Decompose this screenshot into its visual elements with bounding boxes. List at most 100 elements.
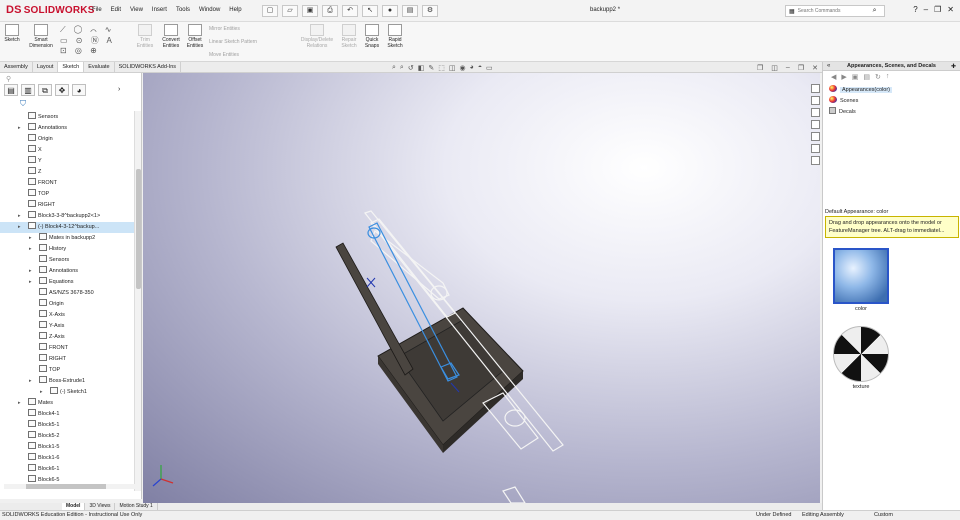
tree-item[interactable]: X: [0, 145, 134, 156]
tab-sketch[interactable]: Sketch: [58, 62, 85, 72]
tree-item[interactable]: Block5-2: [0, 431, 134, 442]
scroll-thumb[interactable]: [136, 169, 141, 289]
undo-icon[interactable]: ↶: [342, 5, 358, 17]
zoom-to-fit-icon[interactable]: ⌕: [392, 64, 396, 72]
dimxpert-tab-icon[interactable]: ✥: [55, 84, 69, 96]
property-manager-tab-icon[interactable]: ▥: [21, 84, 35, 96]
tree-item[interactable]: X-Axis: [0, 310, 134, 321]
file-explorer-icon[interactable]: [811, 108, 820, 117]
tree-item[interactable]: Block1-6: [0, 453, 134, 464]
tab-addins[interactable]: SOLIDWORKS Add-Ins: [115, 62, 182, 72]
rapid-sketch-button[interactable]: Rapid Sketch: [384, 24, 406, 49]
trim-entities-button[interactable]: Trim Entities: [132, 24, 158, 49]
solidworks-resources-icon[interactable]: [811, 84, 820, 93]
offset-entities-button[interactable]: Offset Entities: [184, 24, 206, 49]
sketch-button[interactable]: Sketch: [2, 24, 22, 43]
hide-show-icon[interactable]: ◉: [459, 64, 465, 72]
forum-icon[interactable]: [811, 156, 820, 165]
repair-sketch-button[interactable]: Repair Sketch: [338, 24, 360, 49]
apply-scene-icon[interactable]: ◓: [478, 64, 482, 72]
expand-arrow-icon[interactable]: ▸: [29, 277, 32, 288]
menu-edit[interactable]: Edit: [111, 7, 121, 13]
magnifier-icon[interactable]: ⌕: [873, 7, 877, 15]
mirror-entities-button[interactable]: Mirror Entities: [209, 26, 240, 32]
quick-snaps-button[interactable]: Quick Snaps: [361, 24, 383, 49]
back-icon[interactable]: ◀: [831, 73, 836, 81]
design-library-icon[interactable]: [811, 96, 820, 105]
tree-item[interactable]: Z: [0, 167, 134, 178]
assembly-model[interactable]: [143, 73, 820, 503]
linear-pattern-button[interactable]: Linear Sketch Pattern: [209, 39, 257, 45]
tab-3d-views[interactable]: 3D Views: [85, 503, 116, 510]
view-settings-icon[interactable]: ▭: [486, 64, 493, 72]
smart-dimension-button[interactable]: Smart Dimension: [24, 24, 58, 49]
restore-icon[interactable]: ❐: [934, 5, 941, 14]
tree-item[interactable]: AS/NZS 3678-350: [0, 288, 134, 299]
close-icon[interactable]: ✕: [947, 5, 954, 14]
select-icon[interactable]: ↖: [362, 5, 378, 17]
tree-item[interactable]: Origin: [0, 299, 134, 310]
viewport-close-icon[interactable]: ✕: [812, 64, 818, 72]
expand-arrow-icon[interactable]: ▸: [29, 233, 32, 244]
collapse-pane-icon[interactable]: «: [827, 63, 830, 69]
move-entities-button[interactable]: Move Entities: [209, 52, 239, 58]
tree-item[interactable]: Sensors: [0, 255, 134, 266]
units-selector[interactable]: Custom: [874, 511, 893, 520]
tree-item[interactable]: Y-Axis: [0, 321, 134, 332]
menu-file[interactable]: File: [92, 7, 102, 13]
view-palette-icon[interactable]: [811, 120, 820, 129]
tree-item[interactable]: ▸ Mates in backupp2: [0, 233, 134, 244]
save-icon[interactable]: ▣: [302, 5, 318, 17]
tree-decals[interactable]: Decals: [829, 107, 960, 118]
tree-item[interactable]: Z-Axis: [0, 332, 134, 343]
swatch-color[interactable]: color: [833, 248, 889, 312]
add-file-icon[interactable]: ▤: [863, 73, 870, 81]
tree-item[interactable]: FRONT: [0, 343, 134, 354]
pane-expand-icon[interactable]: ›: [118, 86, 120, 93]
expand-arrow-icon[interactable]: ▸: [29, 266, 32, 277]
tree-item[interactable]: ▸ Boss-Extrude1: [0, 376, 134, 387]
up-icon[interactable]: ↑: [886, 73, 890, 81]
new-document-icon[interactable]: ▢: [262, 5, 278, 17]
search-commands[interactable]: ▦ ⌕: [785, 5, 885, 17]
display-delete-relations-button[interactable]: Display/Delete Relations: [296, 24, 338, 49]
view-orientation-icon[interactable]: ⬚: [438, 64, 445, 72]
swatch-texture[interactable]: texture: [833, 326, 889, 390]
tree-item[interactable]: RIGHT: [0, 200, 134, 211]
tree-item[interactable]: ▸ Mates: [0, 398, 134, 409]
minimize-icon[interactable]: –: [924, 5, 928, 14]
solidworks-logo[interactable]: DS SOLIDWORKS: [6, 4, 95, 16]
viewport-restore-icon[interactable]: ❐: [757, 64, 763, 72]
filter-funnel-icon-top[interactable]: ⚲: [6, 75, 11, 83]
convert-entities-button[interactable]: Convert Entities: [158, 24, 184, 49]
tree-appearances[interactable]: Appearances(color): [829, 85, 960, 96]
tree-item[interactable]: Block6-5: [0, 475, 134, 484]
open-icon[interactable]: ▱: [282, 5, 298, 17]
add-folder-icon[interactable]: ▣: [852, 73, 859, 81]
tree-item[interactable]: TOP: [0, 189, 134, 200]
options-icon[interactable]: ⚙: [422, 5, 438, 17]
configuration-manager-tab-icon[interactable]: ⧉: [38, 84, 52, 96]
rebuild-icon[interactable]: ●: [382, 5, 398, 17]
tab-layout[interactable]: Layout: [33, 62, 59, 72]
display-style-icon[interactable]: ◫: [449, 64, 456, 72]
tree-item[interactable]: Block5-1: [0, 420, 134, 431]
menu-help[interactable]: Help: [229, 7, 241, 13]
pin-icon[interactable]: ✚: [951, 63, 956, 70]
tab-model[interactable]: Model: [62, 503, 86, 510]
viewport-minimize-icon[interactable]: –: [786, 64, 790, 72]
h-scroll-thumb[interactable]: [26, 484, 106, 489]
tree-item[interactable]: ▸ Annotations: [0, 123, 134, 134]
tab-evaluate[interactable]: Evaluate: [84, 62, 115, 72]
tree-item[interactable]: Block6-1: [0, 464, 134, 475]
appearances-tab-icon[interactable]: [811, 132, 820, 141]
tree-item[interactable]: ▸ (-) Sketch1: [0, 387, 134, 398]
tree-scenes[interactable]: Scenes: [829, 96, 960, 107]
tab-assembly[interactable]: Assembly: [0, 62, 33, 72]
sketch-tools-icons[interactable]: ⟋ ◯ ⌒ ∿ ▭ ⊙ Ⓝ A ⊡ ◎ ⊕: [60, 25, 115, 55]
tree-item[interactable]: RIGHT: [0, 354, 134, 365]
forward-icon[interactable]: ▶: [841, 73, 846, 81]
tree-item[interactable]: Block4-1: [0, 409, 134, 420]
previous-view-icon[interactable]: ↺: [408, 64, 414, 72]
graphics-area[interactable]: [143, 73, 820, 503]
